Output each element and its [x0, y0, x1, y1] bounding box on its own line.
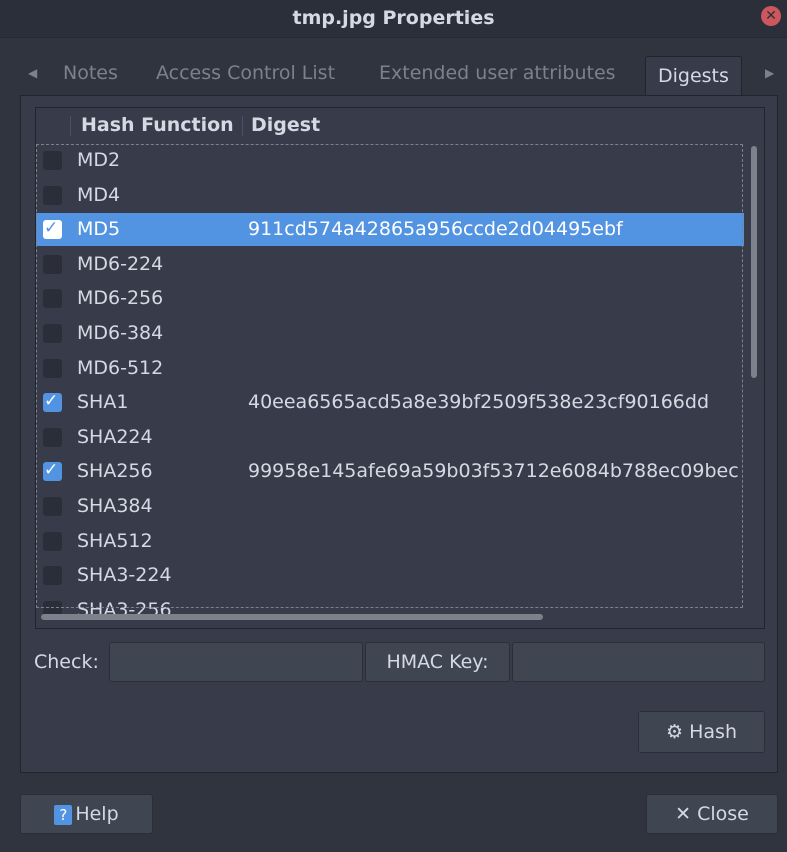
- table-row[interactable]: ✓ SHA384: [36, 490, 744, 523]
- help-icon: ?: [54, 804, 73, 825]
- table-row[interactable]: ✓ SHA512: [36, 525, 744, 558]
- hmac-key-button[interactable]: HMAC Key:: [365, 642, 510, 682]
- hash-function-name: SHA384: [77, 495, 153, 517]
- column-separator: [70, 116, 71, 136]
- checkmark-icon: ✓: [44, 460, 59, 481]
- close-button[interactable]: ✕ Close: [646, 794, 778, 834]
- hash-function-name: MD5: [77, 218, 121, 241]
- tab-scroll-left-icon[interactable]: ◀: [28, 66, 37, 80]
- table-row[interactable]: ✓ MD4: [36, 179, 744, 212]
- table-row[interactable]: ✓ MD6-224: [36, 248, 744, 281]
- table-row[interactable]: ✓ MD6-384: [36, 317, 744, 350]
- tab-notes[interactable]: Notes: [63, 62, 118, 84]
- table-row[interactable]: ✓SHA3-256: [36, 594, 744, 627]
- window-title: tmp.jpg Properties: [292, 7, 495, 29]
- hmac-key-input[interactable]: [512, 642, 765, 682]
- table-header: Hash Function Digest: [36, 108, 764, 144]
- hash-list[interactable]: Hash Function Digest ✓ MD2 ✓ MD4 ✓ MD5 911cd57…: [35, 107, 765, 629]
- column-header-digest[interactable]: Digest: [251, 114, 320, 136]
- help-button-label: Help: [75, 803, 119, 825]
- row-checkbox[interactable]: ✓: [43, 185, 62, 205]
- table-row[interactable]: ✓ SHA1 40eea6565acd5a8e39bf2509f538e23cf90…: [36, 386, 744, 419]
- vertical-scrollbar[interactable]: [751, 146, 757, 378]
- table-row[interactable]: ✓ SHA3-224: [36, 559, 744, 592]
- row-checkbox[interactable]: ✓: [43, 531, 62, 551]
- hash-function-name: SHA224: [77, 425, 153, 448]
- tab-bar: ◀ Notes Access Control List Extended use…: [0, 56, 787, 96]
- table-row[interactable]: ✓ SHA256 99958e145afe69a59b03f53712e6084b7…: [36, 455, 744, 488]
- close-button-label: Close: [697, 803, 749, 825]
- column-separator: [242, 116, 243, 136]
- hash-function-name: MD4: [77, 183, 121, 206]
- close-icon[interactable]: ✕: [761, 6, 781, 26]
- digest-value: 99958e145afe69a59b03f53712e6084b788ec09b…: [248, 460, 739, 483]
- checkmark-icon: ✓: [44, 391, 59, 412]
- check-input[interactable]: [109, 642, 363, 682]
- row-checkbox[interactable]: ✓: [43, 358, 62, 378]
- row-checkbox[interactable]: ✓: [43, 497, 62, 516]
- hash-function-name: MD6-256: [77, 287, 164, 310]
- row-checkbox[interactable]: ✓: [43, 324, 62, 343]
- column-header-hash-function[interactable]: Hash Function: [81, 114, 234, 136]
- digest-value: 911cd574a42865a956ccde2d04495ebf: [248, 218, 623, 241]
- checkmark-icon: ✓: [44, 218, 59, 239]
- hash-function-name: MD6-224: [77, 252, 164, 275]
- table-row[interactable]: ✓ MD6-256: [36, 282, 744, 315]
- row-checkbox[interactable]: ✓: [43, 254, 62, 274]
- hash-function-name: MD6-384: [77, 322, 164, 344]
- hash-button-label: Hash: [689, 721, 737, 743]
- row-checkbox[interactable]: ✓: [43, 427, 62, 447]
- row-checkbox[interactable]: ✓: [43, 566, 62, 586]
- gears-icon: ⚙: [666, 721, 684, 743]
- hash-function-name: SHA3-224: [77, 564, 172, 587]
- tab-digests[interactable]: Digests: [645, 56, 742, 96]
- table-row[interactable]: ✓ MD2: [36, 144, 744, 177]
- tab-access-control-list[interactable]: Access Control List: [156, 62, 335, 84]
- row-checkbox[interactable]: ✓: [43, 289, 62, 309]
- row-checkbox[interactable]: ✓: [43, 218, 62, 240]
- digest-value: 40eea6565acd5a8e39bf2509f538e23cf90166dd: [248, 391, 710, 414]
- title-bar: tmp.jpg Properties ✕: [0, 0, 787, 38]
- table-row[interactable]: ✓ MD6-512: [36, 352, 744, 385]
- help-button[interactable]: ? Help: [20, 794, 153, 834]
- horizontal-scrollbar[interactable]: [41, 614, 543, 620]
- tab-scroll-right-icon[interactable]: ▶: [765, 66, 774, 80]
- row-checkbox[interactable]: ✓: [43, 460, 62, 482]
- row-checkbox[interactable]: ✓: [43, 391, 62, 413]
- hash-button[interactable]: ⚙ Hash: [638, 711, 765, 753]
- table-row[interactable]: ✓ SHA224: [36, 421, 744, 454]
- hash-function-name: MD2: [77, 149, 121, 171]
- hash-function-name: MD6-512: [77, 356, 164, 379]
- close-button-icon: ✕: [675, 803, 692, 825]
- tab-extended-user-attributes[interactable]: Extended user attributes: [379, 62, 616, 84]
- hash-function-name: SHA512: [77, 529, 153, 552]
- hash-function-name: SHA256: [77, 460, 153, 483]
- hash-function-name: SHA1: [77, 391, 129, 414]
- check-label: Check:: [34, 651, 99, 673]
- row-checkbox[interactable]: ✓: [43, 151, 62, 170]
- table-row[interactable]: ✓ MD5 911cd574a42865a956ccde2d04495ebf: [36, 213, 744, 247]
